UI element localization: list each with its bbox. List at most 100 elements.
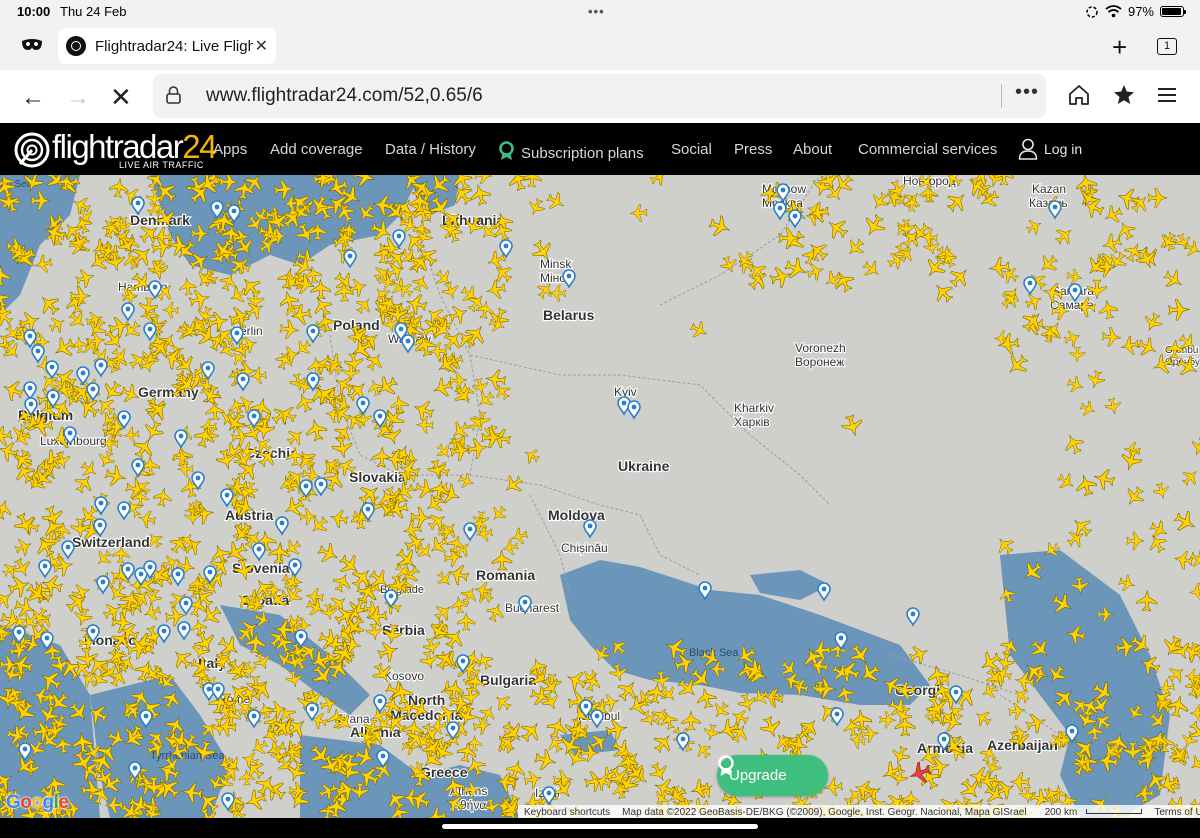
airport-pin-icon[interactable] <box>306 324 320 344</box>
aircraft-icon[interactable] <box>199 418 217 435</box>
aircraft-icon[interactable] <box>103 464 127 488</box>
aircraft-icon[interactable] <box>485 369 507 391</box>
airport-pin-icon[interactable] <box>143 322 157 342</box>
login-button[interactable]: Log in <box>1018 138 1082 160</box>
aircraft-icon[interactable] <box>629 204 648 222</box>
aircraft-icon[interactable] <box>434 568 456 590</box>
aircraft-icon[interactable] <box>710 699 733 722</box>
aircraft-icon[interactable] <box>52 450 73 471</box>
aircraft-icon[interactable] <box>1165 662 1189 686</box>
aircraft-icon[interactable] <box>1074 175 1098 196</box>
airport-pin-icon[interactable] <box>96 575 110 595</box>
aircraft-icon[interactable] <box>141 418 166 443</box>
aircraft-icon[interactable] <box>0 498 14 521</box>
aircraft-icon[interactable] <box>46 313 68 335</box>
aircraft-icon[interactable] <box>868 189 892 213</box>
aircraft-icon[interactable] <box>525 196 547 218</box>
aircraft-icon[interactable] <box>344 352 365 373</box>
aircraft-icon[interactable] <box>490 260 516 286</box>
aircraft-icon[interactable] <box>548 284 566 302</box>
home-icon[interactable] <box>1068 84 1090 106</box>
aircraft-icon[interactable] <box>903 195 920 212</box>
airport-pin-icon[interactable] <box>788 209 802 229</box>
aircraft-icon[interactable] <box>152 487 173 508</box>
airport-pin-icon[interactable] <box>247 709 261 729</box>
aircraft-icon[interactable] <box>501 538 519 556</box>
aircraft-icon[interactable] <box>987 666 1011 690</box>
airport-pin-icon[interactable] <box>1048 200 1062 220</box>
airport-pin-icon[interactable] <box>38 559 52 579</box>
aircraft-icon[interactable] <box>923 238 941 256</box>
aircraft-icon[interactable] <box>808 201 831 224</box>
aircraft-icon[interactable] <box>805 261 826 282</box>
flight-map[interactable]: DenmarkLithuaniaMinskМінскBelarusMoscowМ… <box>0 175 1200 818</box>
airport-pin-icon[interactable] <box>590 709 604 729</box>
aircraft-icon[interactable] <box>1052 223 1077 248</box>
aircraft-icon[interactable] <box>1035 251 1061 277</box>
aircraft-icon[interactable] <box>1092 467 1116 491</box>
airport-pin-icon[interactable] <box>61 540 75 560</box>
aircraft-icon[interactable] <box>307 356 326 376</box>
aircraft-icon[interactable] <box>1161 267 1187 293</box>
aircraft-icon[interactable] <box>13 536 35 558</box>
aircraft-icon[interactable] <box>161 302 179 319</box>
airport-pin-icon[interactable] <box>252 542 266 562</box>
aircraft-icon[interactable] <box>1066 268 1084 286</box>
aircraft-icon[interactable] <box>485 278 508 301</box>
aircraft-icon[interactable] <box>446 562 470 586</box>
aircraft-icon[interactable] <box>137 509 157 529</box>
aircraft-icon[interactable] <box>72 606 94 628</box>
aircraft-icon[interactable] <box>972 707 994 729</box>
aircraft-icon[interactable] <box>1141 310 1165 334</box>
nav-social[interactable]: Social <box>671 141 712 158</box>
aircraft-icon[interactable] <box>404 292 428 316</box>
aircraft-icon[interactable] <box>95 449 117 471</box>
aircraft-icon[interactable] <box>544 190 568 214</box>
aircraft-icon[interactable] <box>457 471 476 490</box>
airport-pin-icon[interactable] <box>817 582 831 602</box>
aircraft-icon[interactable] <box>11 510 38 537</box>
aircraft-icon[interactable] <box>84 309 105 330</box>
aircraft-icon[interactable] <box>410 272 432 294</box>
aircraft-icon[interactable] <box>278 289 301 312</box>
aircraft-icon[interactable] <box>1147 187 1169 208</box>
aircraft-icon[interactable] <box>299 508 318 525</box>
airport-pin-icon[interactable] <box>117 501 131 521</box>
airport-pin-icon[interactable] <box>906 607 920 627</box>
nav-press[interactable]: Press <box>734 141 772 158</box>
aircraft-icon[interactable] <box>782 255 809 282</box>
aircraft-icon[interactable] <box>718 254 740 276</box>
aircraft-icon[interactable] <box>1187 548 1200 571</box>
aircraft-icon[interactable] <box>78 458 101 481</box>
aircraft-icon[interactable] <box>331 436 354 459</box>
aircraft-icon[interactable] <box>411 397 436 422</box>
aircraft-icon[interactable] <box>100 600 124 624</box>
bookmark-star-icon[interactable] <box>1113 84 1135 106</box>
airport-pin-icon[interactable] <box>45 360 59 380</box>
aircraft-icon[interactable] <box>426 533 451 558</box>
aircraft-icon[interactable] <box>860 257 884 281</box>
aircraft-icon[interactable] <box>426 458 448 480</box>
airport-pin-icon[interactable] <box>76 366 90 386</box>
aircraft-icon[interactable] <box>35 290 63 318</box>
stop-loading-icon[interactable]: ✕ <box>110 82 132 113</box>
aircraft-icon[interactable] <box>108 177 129 198</box>
aircraft-icon[interactable] <box>1104 397 1123 416</box>
aircraft-icon[interactable] <box>468 183 492 207</box>
airport-pin-icon[interactable] <box>275 516 289 536</box>
new-tab-icon[interactable]: + <box>1112 32 1127 63</box>
airport-pin-icon[interactable] <box>463 522 477 542</box>
aircraft-icon[interactable] <box>422 491 447 516</box>
aircraft-icon[interactable] <box>281 537 303 559</box>
airport-pin-icon[interactable] <box>583 519 597 539</box>
aircraft-icon[interactable] <box>1008 702 1026 720</box>
more-options-icon[interactable]: ••• <box>1015 81 1039 104</box>
aircraft-icon[interactable] <box>488 503 509 524</box>
aircraft-icon[interactable] <box>410 507 432 528</box>
aircraft-icon[interactable] <box>1152 481 1171 500</box>
aircraft-icon[interactable] <box>823 214 851 242</box>
airport-pin-icon[interactable] <box>499 239 513 259</box>
hamburger-menu-icon[interactable] <box>1158 87 1176 103</box>
aircraft-icon[interactable] <box>707 213 733 239</box>
aircraft-icon[interactable] <box>227 284 250 307</box>
